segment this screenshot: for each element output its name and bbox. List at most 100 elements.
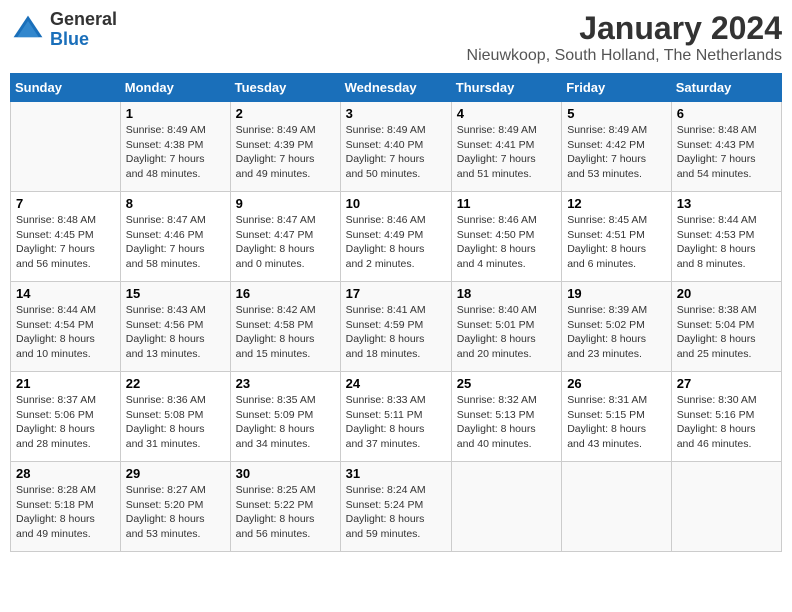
cell-w2-d4: 18 Sunrise: 8:40 AMSunset: 5:01 PMDayligh… (451, 282, 561, 372)
col-saturday: Saturday (671, 74, 781, 102)
day-info: Sunrise: 8:25 AMSunset: 5:22 PMDaylight:… (236, 483, 335, 542)
cell-w3-d4: 25Sunrise: 8:32 AMSunset: 5:13 PMDayligh… (451, 372, 561, 462)
day-info: Sunrise: 8:43 AMSunset: 4:56 PMDaylight:… (126, 303, 225, 362)
day-number: 14 (16, 286, 115, 301)
day-info: Sunrise: 8:37 AMSunset: 5:06 PMDaylight:… (16, 393, 115, 452)
cell-w4-d2: 30 Sunrise: 8:25 AMSunset: 5:22 PMDayligh… (230, 462, 340, 552)
calendar-title: January 2024 (467, 10, 782, 47)
day-number: 18 (457, 286, 556, 301)
day-number: 15 (126, 286, 225, 301)
header: General Blue January 2024 Nieuwkoop, Sou… (10, 10, 782, 65)
day-info: Sunrise: 8:40 AMSunset: 5:01 PMDaylight:… (457, 303, 556, 362)
day-number: 3 (346, 106, 446, 121)
day-number: 20 (677, 286, 776, 301)
day-number: 24 (346, 376, 446, 391)
logo-general: General (50, 10, 117, 30)
day-number: 11 (457, 196, 556, 211)
calendar-table: Sunday Monday Tuesday Wednesday Thursday… (10, 73, 782, 552)
logo-icon (10, 12, 46, 48)
day-info: Sunrise: 8:46 AMSunset: 4:49 PMDaylight:… (346, 213, 446, 272)
day-number: 26 (567, 376, 666, 391)
day-number: 10 (346, 196, 446, 211)
col-wednesday: Wednesday (340, 74, 451, 102)
day-number: 30 (236, 466, 335, 481)
day-number: 31 (346, 466, 446, 481)
calendar-subtitle: Nieuwkoop, South Holland, The Netherland… (467, 47, 782, 65)
col-sunday: Sunday (11, 74, 121, 102)
cell-w2-d6: 20 Sunrise: 8:38 AMSunset: 5:04 PMDayligh… (671, 282, 781, 372)
day-info: Sunrise: 8:39 AMSunset: 5:02 PMDaylight:… (567, 303, 666, 362)
week-row-0: 1 Sunrise: 8:49 AMSunset: 4:38 PMDaylight… (11, 102, 782, 192)
day-number: 5 (567, 106, 666, 121)
cell-w4-d0: 28Sunrise: 8:28 AMSunset: 5:18 PMDayligh… (11, 462, 121, 552)
day-info: Sunrise: 8:45 AMSunset: 4:51 PMDaylight:… (567, 213, 666, 272)
cell-w1-d1: 8 Sunrise: 8:47 AMSunset: 4:46 PMDaylight… (120, 192, 230, 282)
cell-w0-d0 (11, 102, 121, 192)
day-info: Sunrise: 8:24 AMSunset: 5:24 PMDaylight:… (346, 483, 446, 542)
cell-w2-d1: 15 Sunrise: 8:43 AMSunset: 4:56 PMDayligh… (120, 282, 230, 372)
day-number: 12 (567, 196, 666, 211)
day-info: Sunrise: 8:41 AMSunset: 4:59 PMDaylight:… (346, 303, 446, 362)
day-info: Sunrise: 8:33 AMSunset: 5:11 PMDaylight:… (346, 393, 446, 452)
cell-w2-d2: 16Sunrise: 8:42 AMSunset: 4:58 PMDayligh… (230, 282, 340, 372)
calendar-body: 1 Sunrise: 8:49 AMSunset: 4:38 PMDaylight… (11, 102, 782, 552)
cell-w0-d5: 5Sunrise: 8:49 AMSunset: 4:42 PMDaylight… (562, 102, 672, 192)
cell-w1-d4: 11 Sunrise: 8:46 AMSunset: 4:50 PMDayligh… (451, 192, 561, 282)
day-info: Sunrise: 8:49 AMSunset: 4:39 PMDaylight:… (236, 123, 335, 182)
day-info: Sunrise: 8:32 AMSunset: 5:13 PMDaylight:… (457, 393, 556, 452)
week-row-3: 21 Sunrise: 8:37 AMSunset: 5:06 PMDayligh… (11, 372, 782, 462)
day-number: 2 (236, 106, 335, 121)
week-row-1: 7 Sunrise: 8:48 AMSunset: 4:45 PMDaylight… (11, 192, 782, 282)
logo: General Blue (10, 10, 117, 50)
day-info: Sunrise: 8:27 AMSunset: 5:20 PMDaylight:… (126, 483, 225, 542)
logo-blue: Blue (50, 30, 117, 50)
cell-w1-d6: 13Sunrise: 8:44 AMSunset: 4:53 PMDayligh… (671, 192, 781, 282)
cell-w0-d4: 4Sunrise: 8:49 AMSunset: 4:41 PMDaylight… (451, 102, 561, 192)
day-number: 7 (16, 196, 115, 211)
day-number: 17 (346, 286, 446, 301)
header-row: Sunday Monday Tuesday Wednesday Thursday… (11, 74, 782, 102)
week-row-4: 28Sunrise: 8:28 AMSunset: 5:18 PMDayligh… (11, 462, 782, 552)
day-number: 8 (126, 196, 225, 211)
day-info: Sunrise: 8:47 AMSunset: 4:47 PMDaylight:… (236, 213, 335, 272)
col-thursday: Thursday (451, 74, 561, 102)
cell-w0-d1: 1 Sunrise: 8:49 AMSunset: 4:38 PMDaylight… (120, 102, 230, 192)
day-number: 23 (236, 376, 335, 391)
cell-w0-d2: 2 Sunrise: 8:49 AMSunset: 4:39 PMDaylight… (230, 102, 340, 192)
day-number: 22 (126, 376, 225, 391)
day-number: 4 (457, 106, 556, 121)
cell-w4-d1: 29Sunrise: 8:27 AMSunset: 5:20 PMDayligh… (120, 462, 230, 552)
day-number: 1 (126, 106, 225, 121)
cell-w3-d0: 21 Sunrise: 8:37 AMSunset: 5:06 PMDayligh… (11, 372, 121, 462)
day-info: Sunrise: 8:36 AMSunset: 5:08 PMDaylight:… (126, 393, 225, 452)
cell-w1-d2: 9 Sunrise: 8:47 AMSunset: 4:47 PMDaylight… (230, 192, 340, 282)
day-info: Sunrise: 8:49 AMSunset: 4:38 PMDaylight:… (126, 123, 225, 182)
day-info: Sunrise: 8:35 AMSunset: 5:09 PMDaylight:… (236, 393, 335, 452)
cell-w4-d5 (562, 462, 672, 552)
day-info: Sunrise: 8:48 AMSunset: 4:45 PMDaylight:… (16, 213, 115, 272)
day-number: 28 (16, 466, 115, 481)
cell-w3-d3: 24 Sunrise: 8:33 AMSunset: 5:11 PMDayligh… (340, 372, 451, 462)
day-info: Sunrise: 8:30 AMSunset: 5:16 PMDaylight:… (677, 393, 776, 452)
week-row-2: 14Sunrise: 8:44 AMSunset: 4:54 PMDayligh… (11, 282, 782, 372)
day-info: Sunrise: 8:47 AMSunset: 4:46 PMDaylight:… (126, 213, 225, 272)
cell-w4-d6 (671, 462, 781, 552)
day-info: Sunrise: 8:49 AMSunset: 4:40 PMDaylight:… (346, 123, 446, 182)
day-info: Sunrise: 8:38 AMSunset: 5:04 PMDaylight:… (677, 303, 776, 362)
cell-w0-d3: 3 Sunrise: 8:49 AMSunset: 4:40 PMDaylight… (340, 102, 451, 192)
day-number: 13 (677, 196, 776, 211)
cell-w0-d6: 6Sunrise: 8:48 AMSunset: 4:43 PMDaylight… (671, 102, 781, 192)
cell-w2-d5: 19 Sunrise: 8:39 AMSunset: 5:02 PMDayligh… (562, 282, 672, 372)
day-number: 21 (16, 376, 115, 391)
col-friday: Friday (562, 74, 672, 102)
day-info: Sunrise: 8:46 AMSunset: 4:50 PMDaylight:… (457, 213, 556, 272)
day-number: 19 (567, 286, 666, 301)
title-section: January 2024 Nieuwkoop, South Holland, T… (467, 10, 782, 65)
cell-w4-d3: 31 Sunrise: 8:24 AMSunset: 5:24 PMDayligh… (340, 462, 451, 552)
day-info: Sunrise: 8:42 AMSunset: 4:58 PMDaylight:… (236, 303, 335, 362)
cell-w2-d0: 14Sunrise: 8:44 AMSunset: 4:54 PMDayligh… (11, 282, 121, 372)
day-number: 9 (236, 196, 335, 211)
cell-w3-d5: 26Sunrise: 8:31 AMSunset: 5:15 PMDayligh… (562, 372, 672, 462)
cell-w1-d3: 10 Sunrise: 8:46 AMSunset: 4:49 PMDayligh… (340, 192, 451, 282)
day-number: 27 (677, 376, 776, 391)
